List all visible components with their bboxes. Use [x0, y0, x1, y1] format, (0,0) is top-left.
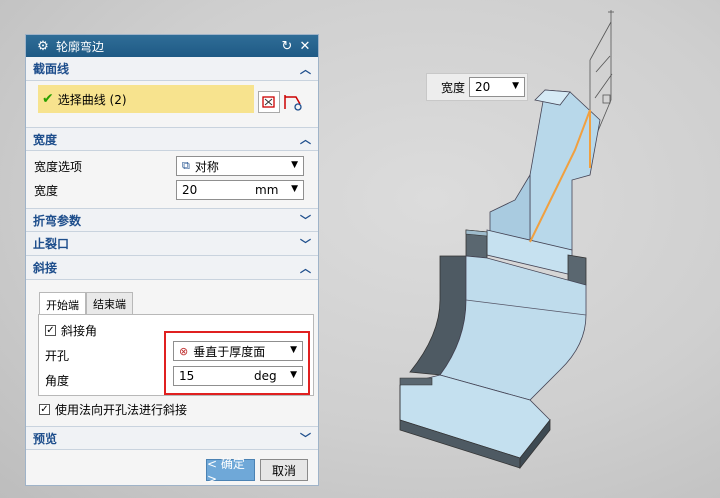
flange-web — [489, 173, 531, 241]
model-viewport[interactable] — [0, 0, 720, 498]
base-lip — [399, 377, 433, 386]
